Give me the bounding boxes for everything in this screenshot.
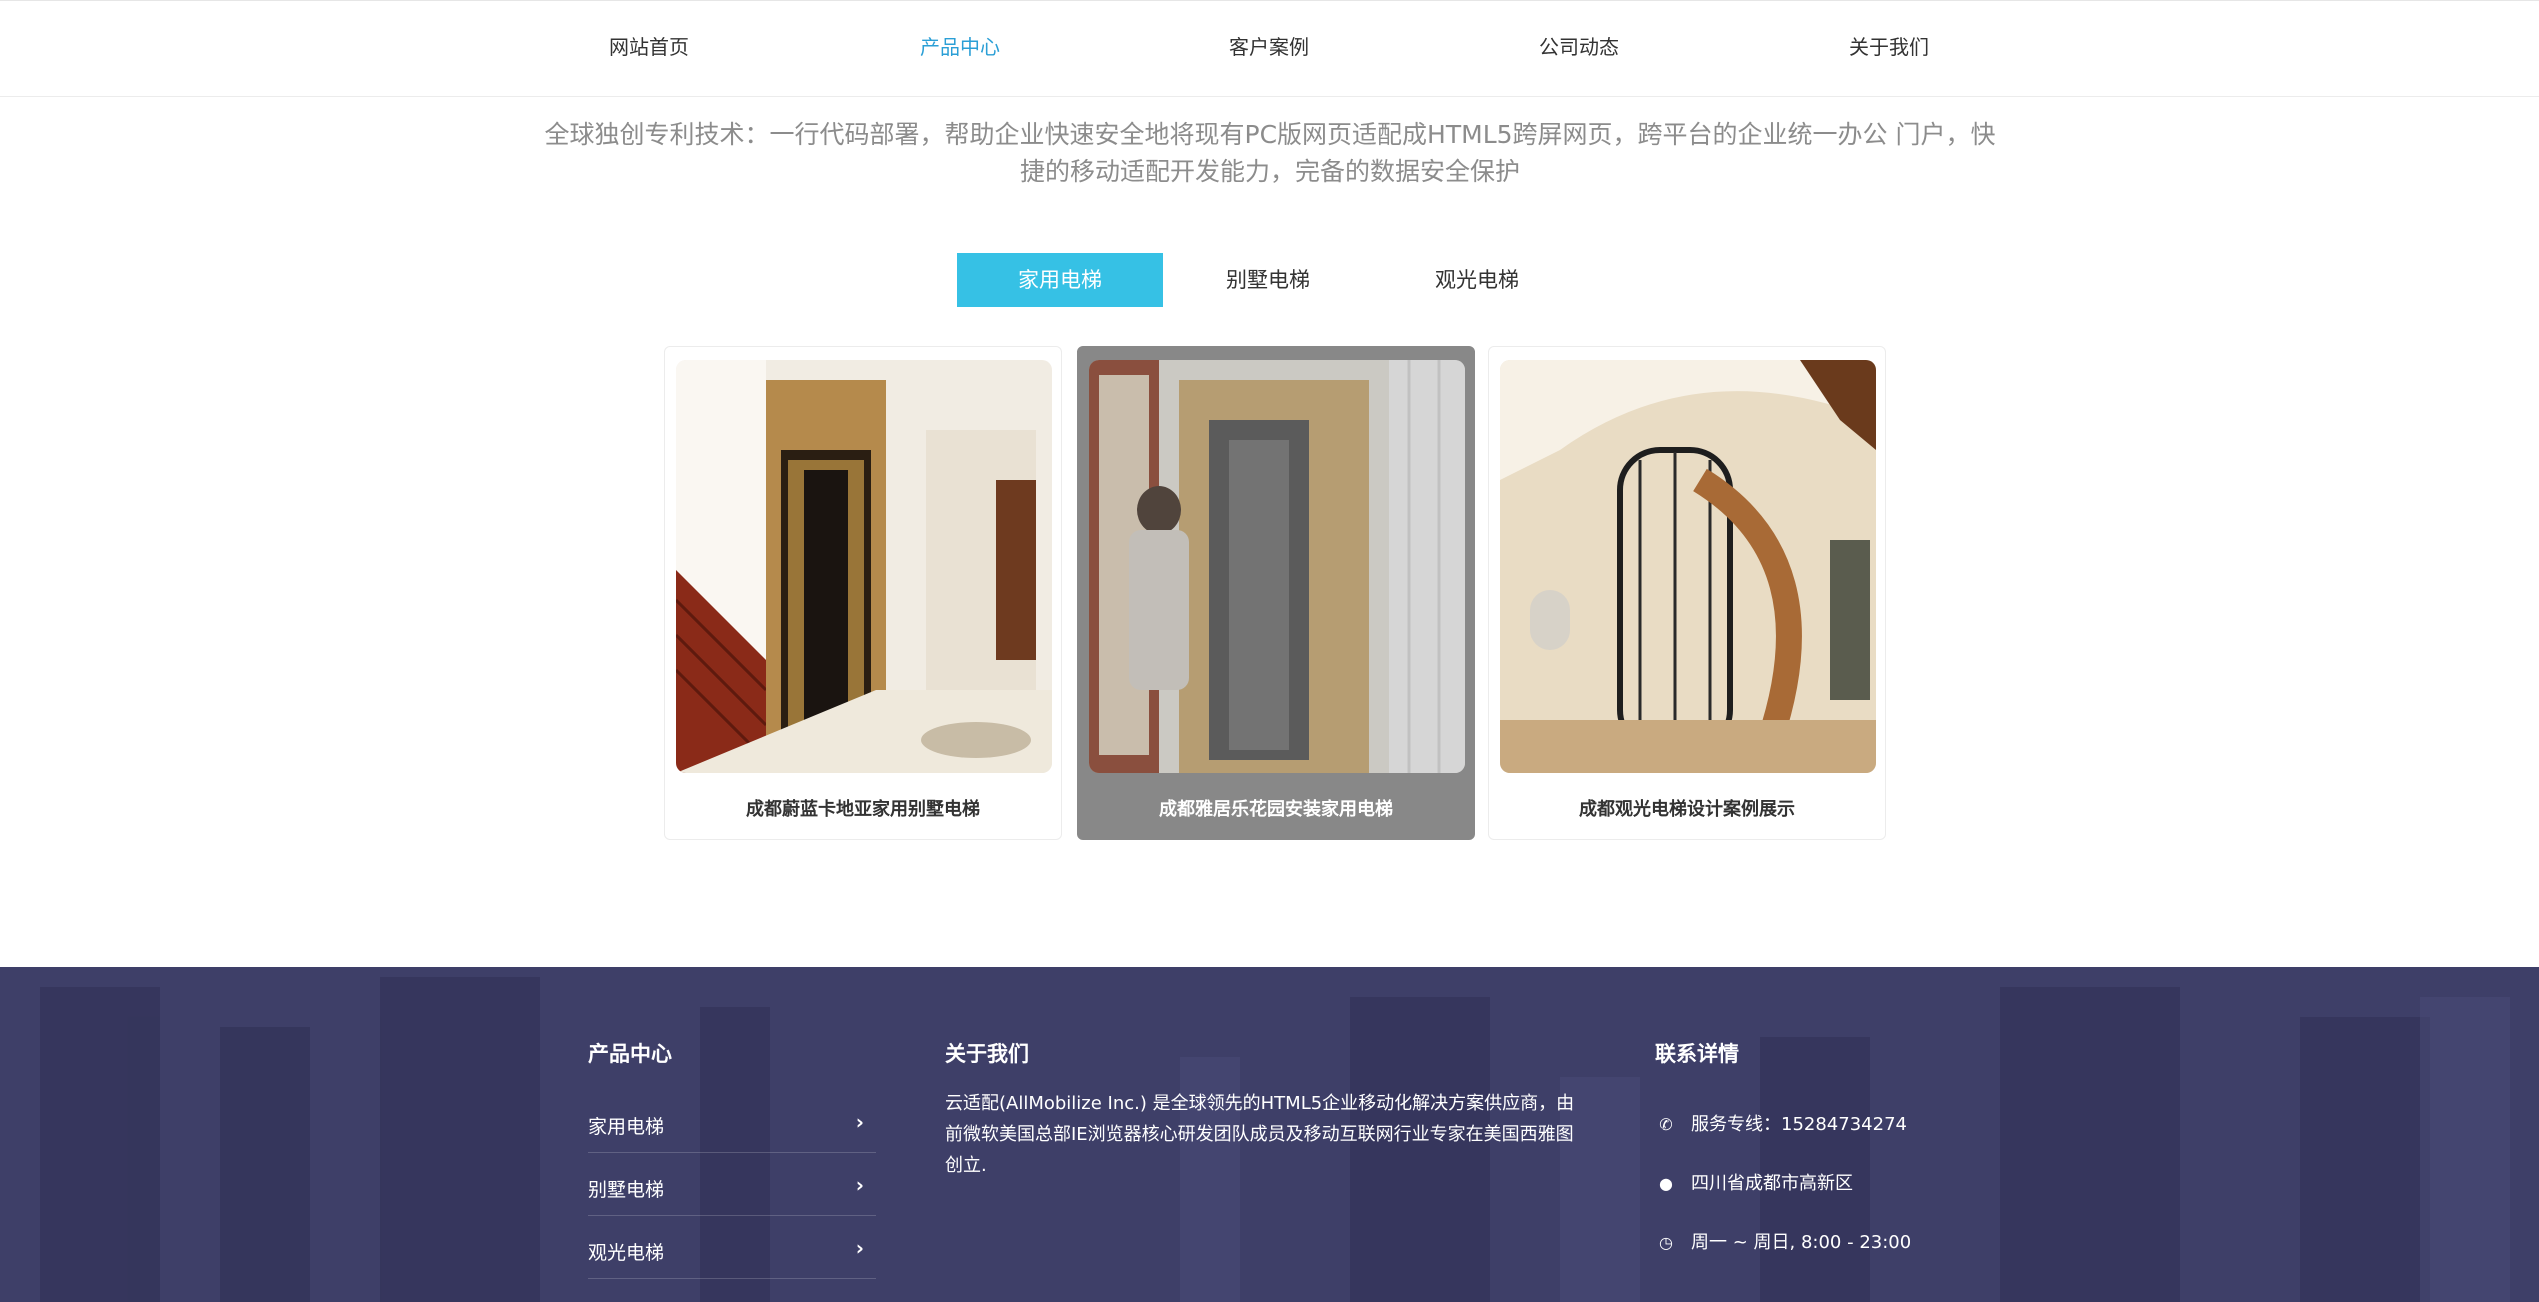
- top-navigation: 网站首页 产品中心 客户案例 公司动态 关于我们: [0, 0, 2539, 97]
- intro-text: 全球独创专利技术：一行代码部署，帮助企业快速安全地将现有PC版网页适配成HTML…: [540, 116, 2000, 190]
- product-card[interactable]: 成都雅居乐花园安装家用电梯: [1077, 346, 1475, 840]
- footer-link-label: 别墅电梯: [588, 1179, 665, 1201]
- footer-link-label: 观光电梯: [588, 1242, 665, 1264]
- nav-cases[interactable]: 客户案例: [1169, 31, 1369, 60]
- chevron-right-icon: ›: [855, 1236, 864, 1260]
- contact-address: ● 四川省成都市高新区: [1655, 1169, 1853, 1195]
- product-title: 成都观光电梯设计案例展示: [1579, 799, 1795, 820]
- nav-about[interactable]: 关于我们: [1789, 31, 1989, 60]
- tab-villa-elevator[interactable]: 别墅电梯: [1165, 253, 1371, 307]
- contact-hours: ◷ 周一 ~ 周日, 8:00 - 23:00: [1655, 1228, 1911, 1254]
- tab-sightseeing-elevator[interactable]: 观光电梯: [1374, 253, 1580, 307]
- tab-home-elevator[interactable]: 家用电梯: [957, 253, 1163, 307]
- footer-about-text: 云适配(AllMobilize Inc.) 是全球领先的HTML5企业移动化解决…: [945, 1093, 1575, 1176]
- footer-contact-title: 联系详情: [1655, 1042, 1739, 1066]
- footer: 产品中心 家用电梯 › 别墅电梯 › 观光电梯 › 关于我们 云适配(AllMo…: [0, 967, 2539, 1302]
- footer-link-villa-elevator[interactable]: 别墅电梯 ›: [588, 1153, 876, 1216]
- clock-icon: ◷: [1659, 1233, 1673, 1252]
- product-title: 成都雅居乐花园安装家用电梯: [1159, 799, 1393, 820]
- intro-line-2: 捷的移动适配开发能力，完备的数据安全保护: [1019, 157, 1520, 186]
- product-card[interactable]: 成都观光电梯设计案例展示: [1488, 346, 1886, 840]
- nav-products[interactable]: 产品中心: [860, 31, 1060, 60]
- footer-link-home-elevator[interactable]: 家用电梯 ›: [588, 1090, 876, 1153]
- footer-link-sightseeing-elevator[interactable]: 观光电梯 ›: [588, 1216, 876, 1279]
- contact-phone-text: 服务专线：15284734274: [1691, 1114, 1907, 1135]
- footer-link-label: 家用电梯: [588, 1116, 665, 1138]
- product-image-home-elevator: [676, 360, 1052, 773]
- contact-address-text: 四川省成都市高新区: [1691, 1173, 1853, 1194]
- phone-icon: ✆: [1659, 1115, 1673, 1134]
- contact-hours-text: 周一 ~ 周日, 8:00 - 23:00: [1691, 1232, 1912, 1253]
- chevron-right-icon: ›: [855, 1110, 864, 1134]
- product-image-glass-elevator: [1500, 360, 1876, 773]
- chevron-right-icon: ›: [855, 1173, 864, 1197]
- product-image-elevator-installation: [1089, 360, 1465, 773]
- nav-home[interactable]: 网站首页: [549, 31, 749, 60]
- product-title: 成都蔚蓝卡地亚家用别墅电梯: [746, 799, 980, 820]
- nav-news[interactable]: 公司动态: [1479, 31, 1679, 60]
- intro-line-1: 全球独创专利技术：一行代码部署，帮助企业快速安全地将现有PC版网页适配成HTML…: [544, 120, 1996, 149]
- contact-phone: ✆ 服务专线：15284734274: [1655, 1110, 1907, 1136]
- map-marker-icon: ●: [1659, 1174, 1673, 1193]
- product-card[interactable]: 成都蔚蓝卡地亚家用别墅电梯: [664, 346, 1062, 840]
- footer-products-title: 产品中心: [588, 1042, 672, 1066]
- footer-about-title: 关于我们: [945, 1042, 1029, 1066]
